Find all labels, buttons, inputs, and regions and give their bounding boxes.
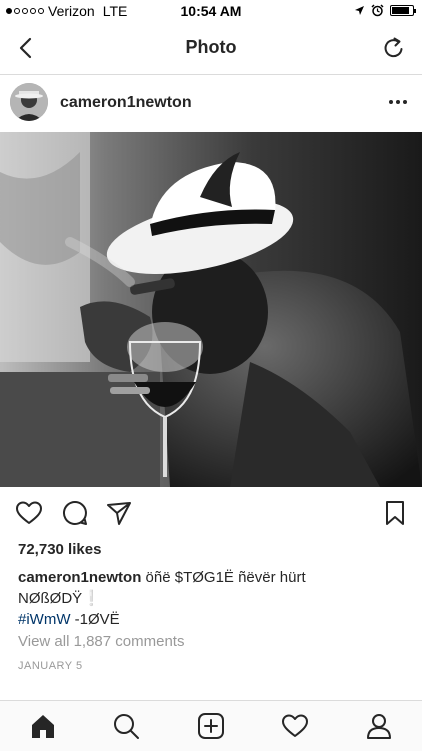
more-icon[interactable] (386, 93, 410, 111)
nav-bar: Photo (0, 22, 422, 75)
comment-icon[interactable] (60, 498, 90, 528)
photo-image (0, 132, 422, 487)
page-title: Photo (185, 37, 237, 57)
send-icon[interactable] (104, 498, 134, 528)
status-right (354, 4, 416, 17)
tab-bar (0, 700, 422, 751)
likes-count[interactable]: 72,730 likes (18, 541, 101, 558)
heart-icon[interactable] (14, 498, 44, 528)
bookmark-icon[interactable] (380, 498, 410, 528)
add-icon[interactable] (196, 711, 226, 741)
post-username[interactable]: cameron1newton (60, 94, 192, 112)
post-header: cameron1newton (0, 75, 422, 131)
avatar-image (10, 83, 48, 121)
home-icon[interactable] (28, 711, 58, 741)
post-date: JANUARY 5 (18, 660, 83, 672)
post-caption: cameron1newton öñë $TØG1Ë ñëvër hürt NØß… (18, 567, 408, 630)
post-photo[interactable] (0, 132, 422, 487)
battery-fill (392, 7, 409, 14)
location-arrow-icon (355, 6, 364, 15)
hashtag-link[interactable]: #iWmW (18, 611, 71, 628)
caption-text: öñë $TØG1Ë ñëvër hürt (141, 569, 306, 586)
avatar[interactable] (10, 83, 48, 121)
search-icon[interactable] (111, 711, 141, 741)
status-bar: Verizon LTE 10:54 AM (0, 0, 422, 22)
battery-icon (390, 5, 416, 16)
alarm-icon (371, 4, 384, 17)
activity-icon[interactable] (280, 711, 310, 741)
exclamation-emoji: ❕ (82, 590, 101, 607)
caption-line-3: -1ØVË (70, 611, 120, 628)
profile-icon[interactable] (364, 711, 394, 741)
caption-username[interactable]: cameron1newton (18, 569, 141, 586)
refresh-icon[interactable] (380, 34, 408, 62)
post-actions (0, 496, 422, 532)
view-comments-link[interactable]: View all 1,887 comments (18, 633, 184, 650)
caption-line-2: NØßØDŸ (18, 590, 83, 607)
